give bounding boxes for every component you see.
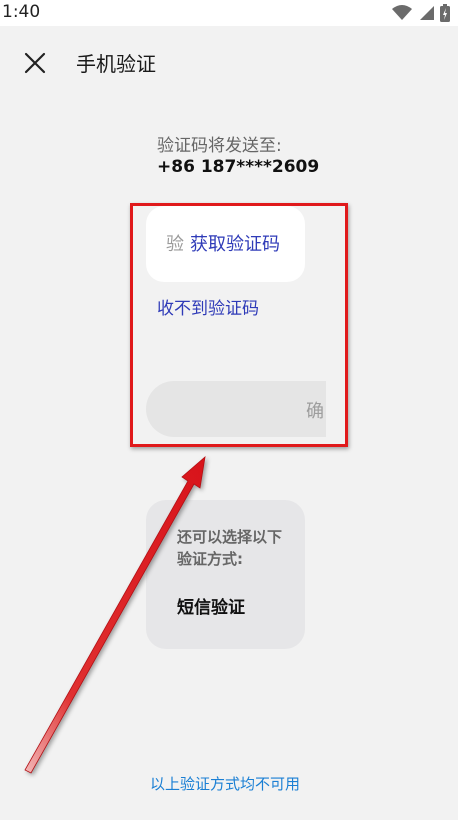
wifi-icon xyxy=(392,5,412,20)
phone-number: +86 187****2609 xyxy=(157,157,320,177)
send-to-label: 验证码将发送至: xyxy=(157,136,282,156)
status-bar: 1:40 xyxy=(0,0,458,26)
sms-verification-option[interactable]: 短信验证 xyxy=(177,593,245,618)
signal-icon xyxy=(420,6,434,20)
app-bar: 手机验证 xyxy=(0,26,458,98)
close-button[interactable] xyxy=(22,50,48,76)
status-icons xyxy=(392,4,450,22)
highlight-box xyxy=(130,203,348,447)
methods-unavailable-link[interactable]: 以上验证方式均不可用 xyxy=(0,773,450,794)
close-icon xyxy=(24,52,46,74)
alternative-methods-card: 还可以选择以下验证方式: 短信验证 xyxy=(146,500,305,649)
status-time: 1:40 xyxy=(2,2,41,22)
page-title: 手机验证 xyxy=(76,52,156,76)
battery-icon xyxy=(440,4,450,22)
alternative-methods-label: 还可以选择以下验证方式: xyxy=(177,528,283,568)
